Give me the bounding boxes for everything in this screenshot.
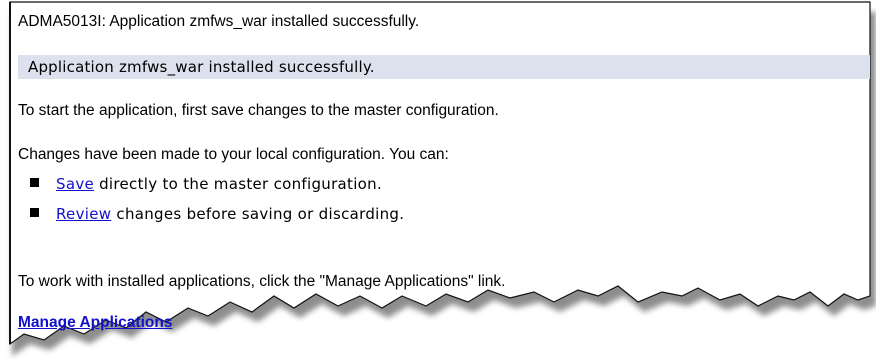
manage-applications-hint: To work with installed applications, cli… — [18, 273, 506, 290]
install-message-code: ADMA5013I: Application zmfws_war install… — [18, 13, 420, 30]
option-save-row: Save directly to the master configuratio… — [30, 174, 382, 194]
start-application-hint: To start the application, first save cha… — [18, 102, 499, 119]
bullet-icon — [30, 208, 39, 217]
save-option-text: directly to the master configuration. — [94, 175, 383, 193]
status-message-text: Application zmfws_war installed successf… — [28, 58, 375, 76]
install-result-panel: ADMA5013I: Application zmfws_war install… — [10, 0, 872, 340]
review-link[interactable]: Review — [56, 205, 111, 223]
review-option-text: changes before saving or discarding. — [111, 205, 405, 223]
changes-intro-text: Changes have been made to your local con… — [18, 146, 449, 163]
manage-applications-link[interactable]: Manage Applications — [18, 313, 172, 333]
bullet-icon — [30, 178, 39, 187]
option-review-row: Review changes before saving or discardi… — [30, 204, 404, 224]
save-link[interactable]: Save — [56, 175, 94, 193]
status-message-bar: Application zmfws_war installed successf… — [18, 55, 870, 79]
